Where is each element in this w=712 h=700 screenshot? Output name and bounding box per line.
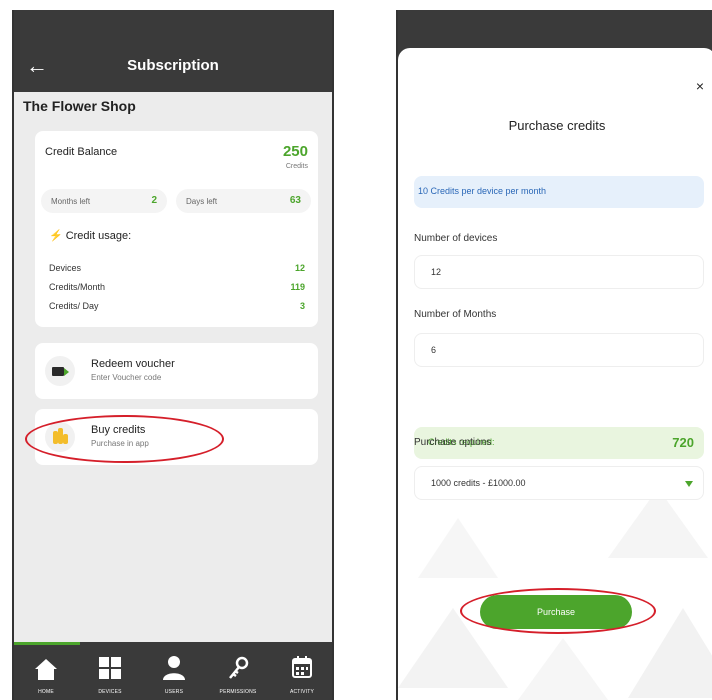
close-icon[interactable]: ×: [696, 78, 704, 94]
subscription-screen: ← Subscription The Flower Shop Credit Ba…: [12, 10, 334, 700]
usage-row-devices: Devices 12: [49, 263, 305, 277]
chevron-down-icon: [685, 481, 693, 487]
usage-row-credits-day: Credits/ Day 3: [49, 301, 305, 315]
months-input[interactable]: 6: [414, 333, 704, 367]
devices-label: Number of devices: [414, 233, 498, 244]
purchase-options-select[interactable]: 1000 credits - £1000.00: [414, 466, 704, 500]
nav-label: ACTIVITY: [289, 689, 315, 695]
redeem-voucher-title: Redeem voucher: [91, 358, 175, 370]
usage-value: 3: [299, 301, 305, 311]
months-value: 6: [431, 345, 437, 355]
nav-label: DEVICES: [98, 689, 122, 695]
months-left-pill: Months left 2: [41, 189, 167, 213]
redeem-voucher-subtitle: Enter Voucher code: [91, 373, 162, 382]
nav-label: USERS: [164, 689, 184, 695]
redeem-voucher-card[interactable]: Redeem voucher Enter Voucher code: [35, 343, 318, 399]
credit-balance-value: 250: [282, 143, 308, 160]
months-label: Number of Months: [414, 309, 497, 320]
nav-activity[interactable]: ACTIVITY: [270, 642, 332, 700]
purchase-options-label: Purchase options: [414, 437, 492, 448]
key-icon: [229, 656, 249, 679]
credit-balance-label: Credit Balance: [45, 146, 118, 158]
nav-home[interactable]: HOME: [14, 642, 78, 700]
credit-usage-heading: ⚡ Credit usage:: [49, 229, 131, 242]
highlight-ellipse: [25, 415, 224, 463]
header-bar: ← Subscription: [14, 10, 332, 92]
nav-label: PERMISSIONS: [219, 689, 257, 695]
credit-balance-unit: Credits: [285, 163, 308, 170]
months-left-value: 2: [151, 195, 157, 206]
bottom-nav: HOME DEVICES USERS PERMISSIONS ACTIVITY: [14, 642, 332, 700]
nav-permissions[interactable]: PERMISSIONS: [206, 642, 270, 700]
purchase-credits-screen: × Purchase credits 10 Credits per device…: [396, 10, 712, 700]
devices-value: 12: [431, 267, 442, 277]
user-icon: [163, 656, 185, 680]
lightning-icon: ⚡: [49, 230, 63, 242]
bg-pattern: [518, 638, 608, 700]
credit-usage-label: Credit usage:: [65, 230, 132, 242]
usage-label: Credits/ Day: [49, 301, 99, 311]
credits-required-value: 720: [672, 435, 694, 450]
devices-input[interactable]: 12: [414, 255, 704, 289]
home-icon: [35, 659, 57, 680]
credit-balance-card: Credit Balance 250 Credits Months left 2…: [35, 131, 318, 327]
nav-label: HOME: [38, 689, 54, 695]
page-title: Subscription: [127, 57, 219, 74]
highlight-ellipse: [460, 588, 656, 634]
usage-value: 12: [294, 263, 305, 273]
usage-value: 119: [290, 282, 305, 292]
days-left-label: Days left: [186, 197, 218, 206]
purchase-option-selected: 1000 credits - £1000.00: [431, 478, 526, 488]
grid-icon: [99, 657, 121, 679]
nav-devices[interactable]: DEVICES: [78, 642, 142, 700]
days-left-pill: Days left 63: [176, 189, 311, 213]
bg-pattern: [418, 518, 498, 578]
shop-name: The Flower Shop: [23, 98, 136, 114]
nav-users[interactable]: USERS: [142, 642, 206, 700]
days-left-value: 63: [289, 195, 301, 206]
usage-row-credits-month: Credits/Month 119: [49, 282, 305, 296]
usage-label: Credits/Month: [49, 282, 106, 292]
months-left-label: Months left: [51, 197, 91, 206]
sheet-title: Purchase credits: [508, 118, 606, 133]
usage-label: Devices: [49, 263, 82, 273]
purchase-credits-sheet: × Purchase credits 10 Credits per device…: [398, 48, 712, 700]
video-camera-icon: [45, 356, 75, 386]
calendar-icon: [292, 656, 312, 678]
pricing-info-text: 10 Credits per device per month: [418, 186, 547, 196]
pricing-info-box: 10 Credits per device per month: [414, 176, 704, 208]
